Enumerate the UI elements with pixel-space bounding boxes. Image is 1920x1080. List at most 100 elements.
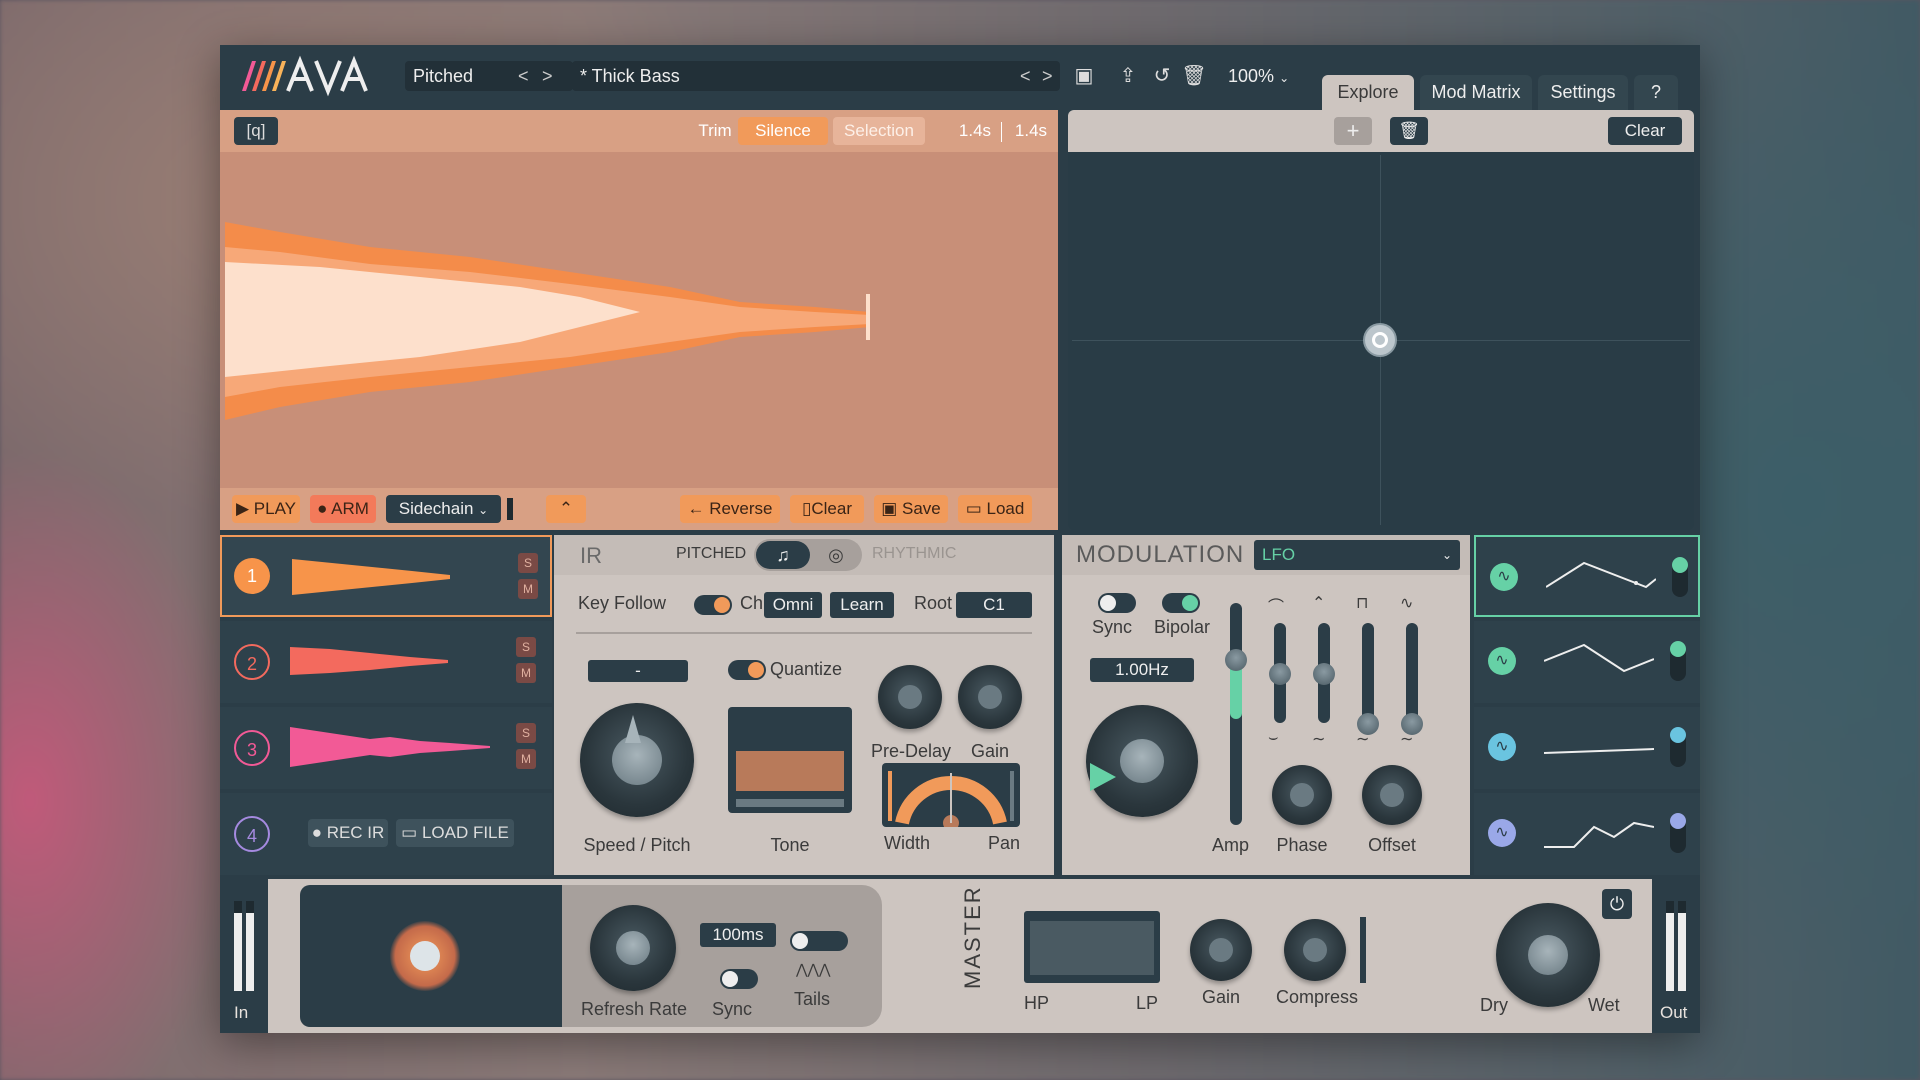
offset-knob[interactable] (1362, 765, 1422, 825)
rate-knob[interactable] (1086, 705, 1198, 817)
hp-label: HP (1024, 993, 1050, 1013)
xy-clear-button[interactable]: Clear (1608, 117, 1682, 145)
lfo-depth-slider[interactable] (1670, 813, 1686, 853)
shape-sine-icon[interactable]: ⌒ (1268, 593, 1284, 617)
ir-slot-3[interactable]: 3 S M (220, 707, 552, 789)
tone-filter-display[interactable] (728, 707, 852, 813)
tails-icon: ⋀⋀⋀ (796, 961, 831, 977)
shape-slider-1[interactable] (1269, 623, 1291, 723)
lfo-depth-slider[interactable] (1670, 641, 1686, 681)
solo-button[interactable]: S (516, 637, 536, 657)
mode-next-icon[interactable]: > (542, 61, 553, 91)
lfo-row-2[interactable]: ∿ (1474, 621, 1700, 703)
master-gain-knob[interactable] (1190, 919, 1252, 981)
tab-explore[interactable]: Explore (1322, 75, 1414, 110)
power-icon[interactable]: ⏻ (1602, 889, 1632, 919)
selection-button[interactable]: Selection (833, 117, 925, 145)
shape-wave-icon[interactable]: ∿ (1400, 593, 1413, 613)
shape-slider-3[interactable] (1357, 623, 1379, 735)
export-icon[interactable]: ⇪ (1114, 61, 1142, 91)
lfo-row-3[interactable]: ∿ (1474, 707, 1700, 789)
lfo-icon: ∿ (1490, 563, 1518, 591)
preset-selector[interactable]: * Thick Bass (572, 61, 1060, 91)
pre-delay-knob[interactable] (878, 665, 942, 729)
preset-prev-icon[interactable]: < (1020, 61, 1031, 91)
length-start: 1.4s (958, 121, 992, 140)
waveform[interactable] (220, 152, 1058, 488)
shape-slider-4[interactable] (1401, 623, 1423, 735)
refresh-rate-knob[interactable] (590, 905, 676, 991)
lfo-row-4[interactable]: ∿ (1474, 793, 1700, 875)
master-label: MASTER (960, 885, 985, 989)
pan-label: Pan (987, 833, 1021, 853)
reverse-button[interactable]: ← Reverse (680, 495, 780, 523)
refresh-rate-label: Refresh Rate (580, 999, 688, 1019)
mode-prev-icon[interactable]: < (518, 61, 529, 91)
collapse-icon[interactable]: ⌃ (546, 495, 586, 523)
lfo-shape-preview (1544, 821, 1654, 848)
zoom-button[interactable]: [q] (234, 117, 278, 145)
gain-knob[interactable] (958, 665, 1022, 729)
save-sample-button[interactable]: ▣ Save (874, 495, 948, 523)
rate-value-display[interactable]: 1.00Hz (1090, 658, 1194, 682)
arm-button[interactable]: ● ARM (310, 495, 376, 523)
lfo-depth-slider[interactable] (1670, 727, 1686, 767)
shape-square-icon[interactable]: ⊓ (1356, 593, 1368, 613)
delete-point-icon[interactable]: 🗑 (1390, 117, 1428, 145)
ir-slot-4[interactable]: 4 ● REC IR ▭ LOAD FILE (220, 793, 552, 875)
root-selector[interactable]: C1 (956, 592, 1032, 618)
xy-puck[interactable] (1365, 325, 1395, 355)
speed-pitch-knob[interactable] (580, 703, 694, 817)
amp-slider[interactable] (1225, 603, 1247, 825)
load-sample-button[interactable]: ▭ Load (958, 495, 1032, 523)
master-filter-display[interactable] (1024, 911, 1160, 983)
rec-ir-button[interactable]: ● REC IR (308, 819, 388, 847)
zoom-selector[interactable]: 100% ⌄ (1220, 61, 1294, 91)
add-point-icon[interactable]: + (1334, 117, 1372, 145)
lfo-row-1[interactable]: ∿ (1474, 535, 1700, 617)
visualizer-sync-toggle[interactable] (720, 969, 758, 989)
load-file-button[interactable]: ▭ LOAD FILE (396, 819, 514, 847)
save-preset-icon[interactable]: ▣ (1070, 61, 1098, 91)
pitch-mode-switch[interactable]: ♫ ◎ (754, 539, 862, 571)
dry-wet-knob[interactable] (1496, 903, 1600, 1007)
sync-toggle[interactable] (1098, 593, 1136, 613)
preset-next-icon[interactable]: > (1042, 61, 1053, 91)
sample-editor[interactable]: [q] Trim Silence Selection 1.4s 1.4s ▶ P… (220, 110, 1058, 530)
play-button[interactable]: ▶ PLAY (232, 495, 300, 523)
clear-sample-button[interactable]: ▯Clear (790, 495, 864, 523)
shape-slider-2[interactable] (1313, 623, 1335, 723)
refresh-rate-display[interactable]: 100ms (700, 923, 776, 947)
tab-settings[interactable]: Settings (1538, 75, 1628, 110)
key-follow-toggle[interactable] (694, 595, 732, 615)
sidechain-selector[interactable]: Sidechain ⌄ (386, 495, 501, 523)
tails-toggle[interactable] (790, 931, 848, 951)
mute-button[interactable]: M (516, 749, 536, 769)
lfo-depth-slider[interactable] (1672, 557, 1688, 597)
speed-value-display[interactable]: - (588, 660, 688, 682)
mute-button[interactable]: M (516, 663, 536, 683)
ir-slot-2[interactable]: 2 S M (220, 621, 552, 703)
width-pan-display[interactable] (882, 763, 1020, 831)
delete-preset-icon[interactable]: 🗑 (1180, 61, 1208, 91)
shape-triangle-icon[interactable]: ⌃ (1312, 593, 1325, 613)
compress-knob[interactable] (1284, 919, 1346, 981)
xy-toolbar: + 🗑 Clear (1068, 110, 1694, 152)
solo-button[interactable]: S (516, 723, 536, 743)
undo-icon[interactable]: ↺ (1148, 61, 1176, 91)
mod-source-selector[interactable]: LFO ⌄ (1254, 540, 1460, 570)
channel-selector[interactable]: Omni (764, 592, 822, 618)
mode-label: Pitched (413, 66, 474, 86)
quantize-toggle[interactable] (728, 660, 766, 680)
ir-slot-1[interactable]: 1 S M (220, 535, 552, 617)
solo-button[interactable]: S (518, 553, 538, 573)
silence-button[interactable]: Silence (738, 117, 828, 145)
phase-knob[interactable] (1272, 765, 1332, 825)
mute-button[interactable]: M (518, 579, 538, 599)
slot-waveform (292, 559, 450, 595)
xy-pad[interactable] (1068, 110, 1694, 530)
bipolar-toggle[interactable] (1162, 593, 1200, 613)
tab-mod-matrix[interactable]: Mod Matrix (1420, 75, 1532, 110)
learn-button[interactable]: Learn (830, 592, 894, 618)
tab-help[interactable]: ? (1634, 75, 1678, 110)
